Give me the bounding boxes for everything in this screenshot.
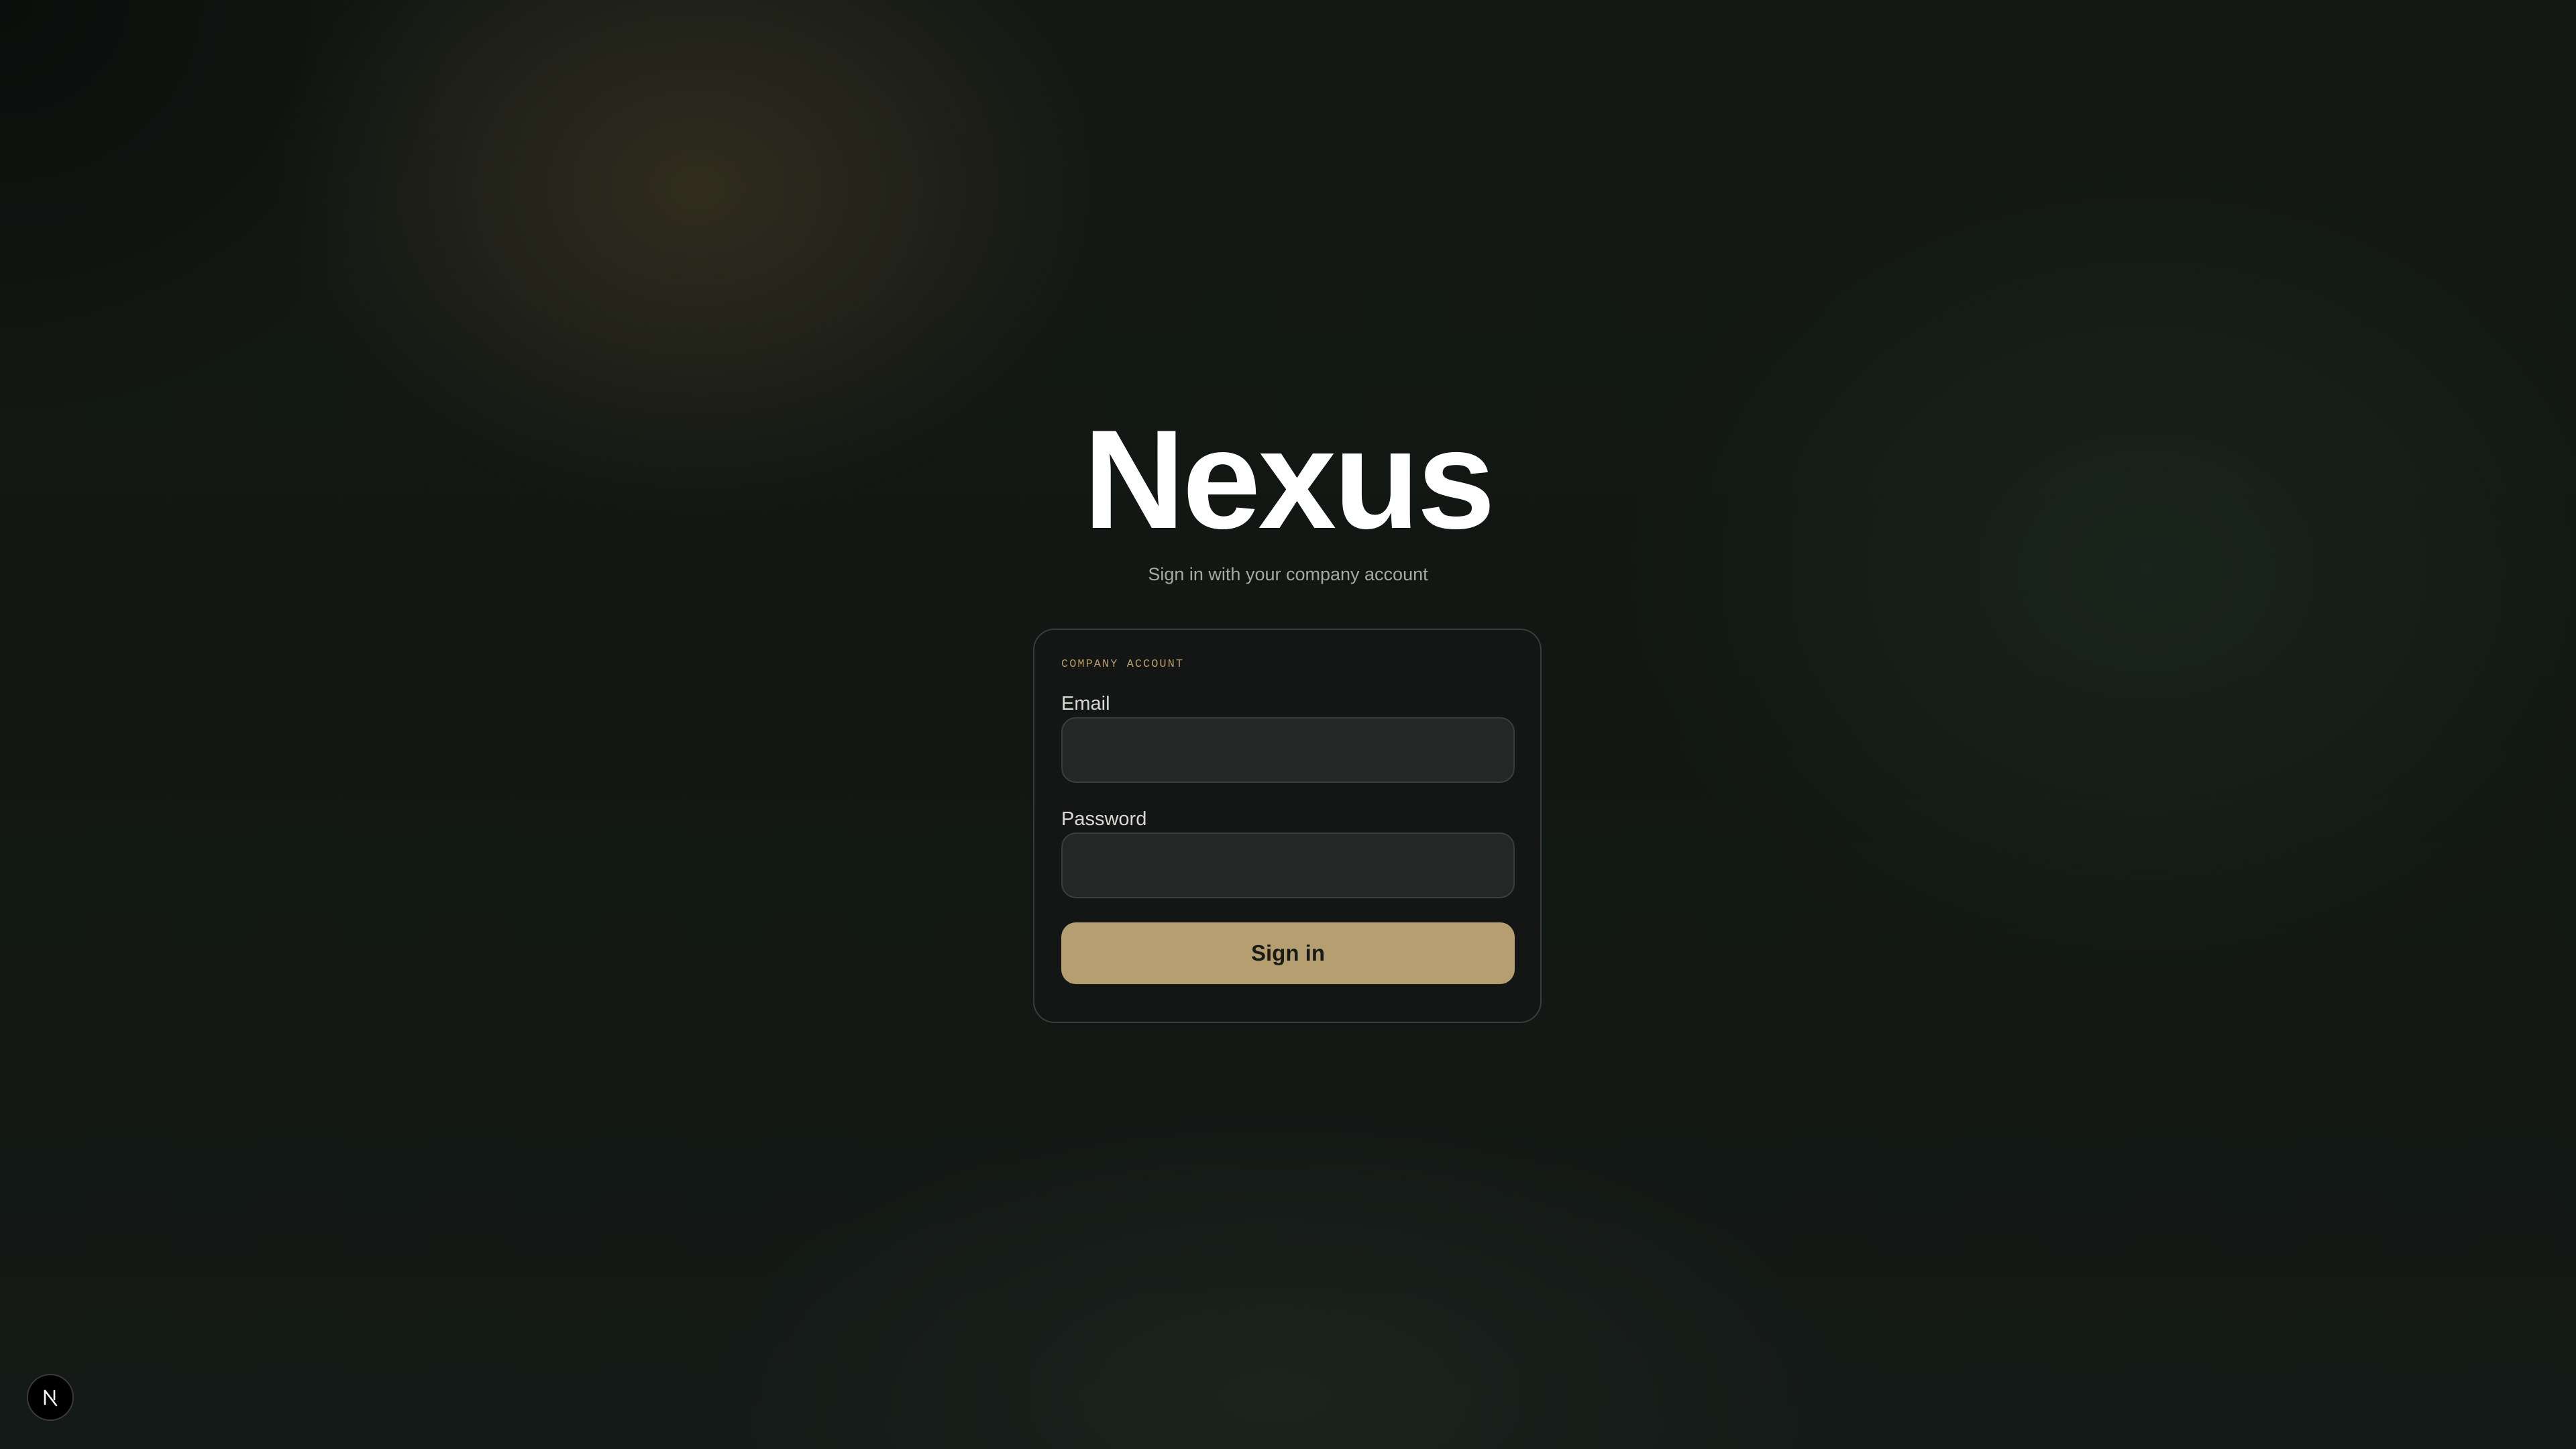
email-label: Email (1061, 693, 1110, 714)
password-field[interactable] (1061, 833, 1515, 898)
brand-title: Nexus (1083, 400, 1495, 558)
card-eyebrow: COMPANY ACCOUNT (1061, 658, 1185, 671)
password-field-group: Password (1061, 806, 1515, 898)
n-logo-icon (40, 1387, 61, 1408)
sign-in-button[interactable]: Sign in (1061, 922, 1515, 984)
login-card: COMPANY ACCOUNT Email Password Sign in (1033, 629, 1542, 1023)
email-field[interactable] (1061, 717, 1515, 783)
password-label: Password (1061, 808, 1147, 830)
login-page: Nexus Sign in with your company account … (0, 0, 2576, 1449)
email-field-group: Email (1061, 690, 1515, 783)
brand-subtitle: Sign in with your company account (1148, 564, 1428, 584)
corner-badge-button[interactable] (27, 1374, 74, 1421)
